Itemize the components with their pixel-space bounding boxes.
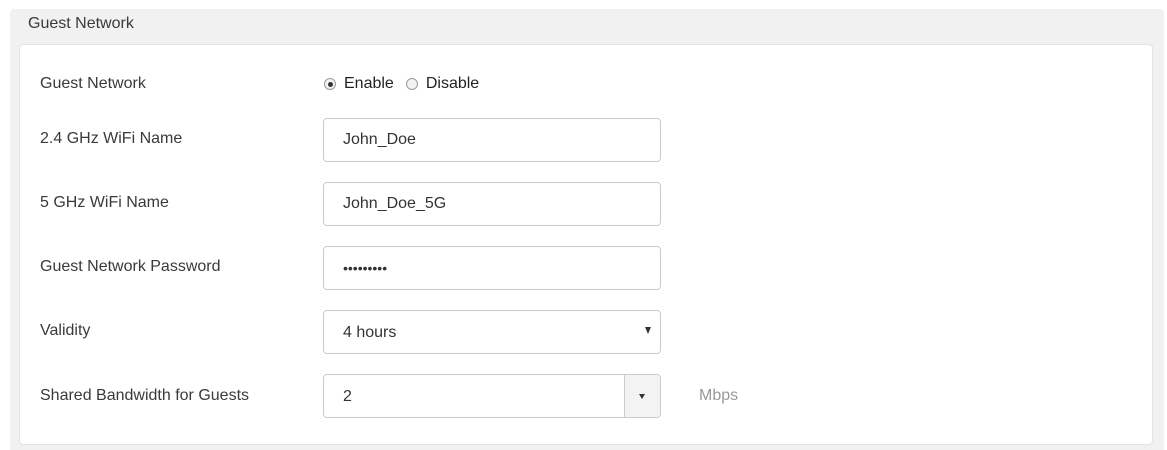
bandwidth-value[interactable]: 2: [343, 387, 352, 407]
bandwidth-dropdown-button[interactable]: [624, 375, 660, 417]
wifi-24-name-input[interactable]: [323, 118, 661, 162]
bandwidth-combobox[interactable]: 2: [323, 374, 661, 418]
guest-password-input[interactable]: [323, 246, 661, 290]
disable-radio-label[interactable]: Disable: [426, 75, 479, 93]
section-title: Guest Network: [28, 15, 134, 32]
chevron-down-icon: [645, 327, 651, 334]
caret-down-icon: [639, 394, 645, 399]
guest-network-label: Guest Network: [40, 75, 146, 92]
bandwidth-label: Shared Bandwidth for Guests: [40, 387, 250, 404]
wifi-5-name-input[interactable]: [323, 182, 661, 226]
enable-radio[interactable]: [324, 78, 336, 90]
validity-selected-value: 4 hours: [343, 324, 397, 341]
validity-label: Validity: [40, 322, 91, 339]
disable-radio[interactable]: [405, 78, 418, 90]
guest-network-radio-group: Enable Disable: [324, 74, 491, 94]
wifi-5-name-label: 5 GHz WiFi Name: [40, 194, 169, 211]
wifi-24-name-label: 2.4 GHz WiFi Name: [40, 130, 183, 147]
bandwidth-unit: Mbps: [699, 387, 739, 404]
enable-radio-label[interactable]: Enable: [344, 75, 394, 93]
validity-select[interactable]: 4 hours: [323, 310, 661, 354]
guest-password-label: Guest Network Password: [40, 258, 221, 275]
